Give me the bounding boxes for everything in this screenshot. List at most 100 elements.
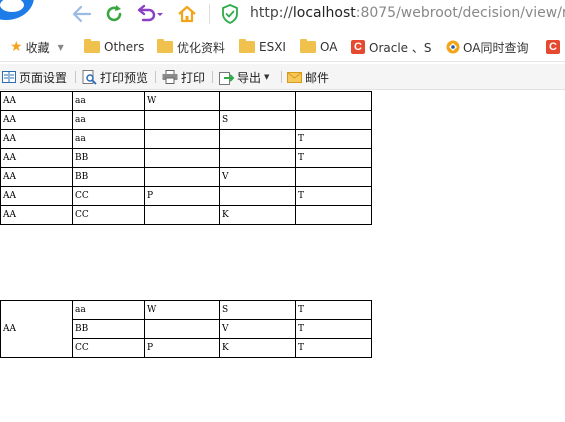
c-site-icon: C	[546, 40, 560, 54]
folder-icon	[300, 39, 316, 53]
table-cell: AA	[0, 148, 73, 168]
export-dropdown-button[interactable]: 导出 ▼	[219, 68, 269, 86]
merged-cell: AA	[0, 300, 73, 358]
home-button[interactable]	[176, 3, 198, 25]
table-cell	[219, 91, 296, 111]
table-cell: T	[295, 129, 372, 149]
table-cell: V	[219, 319, 296, 339]
url-prefix: http://	[250, 5, 293, 21]
mail-icon	[287, 71, 302, 83]
reload-icon	[106, 5, 122, 22]
bookmark-oracle[interactable]: C Oracle 、S	[351, 38, 431, 56]
table-cell: aa	[72, 91, 145, 111]
bookmark-favorites[interactable]: ★ 收藏 ▼	[10, 38, 64, 56]
table-cell: AA	[0, 205, 73, 225]
url-host: localhost	[292, 5, 356, 21]
toolbar-separator	[155, 71, 156, 83]
page-setup-label: 页面设置	[19, 70, 68, 85]
table-cell	[295, 91, 372, 111]
table-cell: S	[219, 110, 296, 130]
bookmark-folder-others[interactable]: Others	[84, 38, 144, 56]
bookmark-oa-query[interactable]: OA同时查询	[446, 38, 528, 56]
print-preview-button[interactable]: 打印预览	[82, 68, 148, 86]
back-arrow-icon	[72, 5, 92, 23]
print-preview-icon	[82, 69, 97, 85]
back-button[interactable]	[71, 3, 93, 25]
bookmark-label: 收藏	[25, 40, 50, 55]
bookmarks-bar: ★ 收藏 ▼ Others 优化资料 ESXI OA C Oracle 、S O…	[0, 31, 565, 62]
table-cell	[144, 148, 220, 168]
home-icon	[178, 5, 196, 23]
printer-icon	[162, 70, 178, 84]
table-cell: V	[219, 167, 296, 187]
page-setup-icon	[2, 71, 16, 83]
table-cell	[144, 319, 220, 339]
bookmark-folder-optimization[interactable]: 优化资料	[157, 38, 225, 56]
bookmark-label: Oracle 、S	[369, 40, 432, 55]
oa-site-icon	[446, 40, 460, 54]
export-icon	[219, 71, 235, 85]
table-cell	[295, 205, 372, 225]
table-cell	[144, 167, 220, 187]
bookmark-folder-oa[interactable]: OA	[300, 38, 337, 56]
table-cell: T	[295, 300, 372, 320]
bookmark-folder-esxi[interactable]: ESXI	[239, 38, 286, 56]
table-cell: P	[144, 338, 220, 358]
table-row: AA aa S	[0, 110, 372, 130]
report-toolbar: 页面设置 打印预览 打印 导出 ▼ 邮件	[0, 64, 565, 90]
bookmark-label: 优化资料	[177, 40, 226, 55]
table-cell: AA	[0, 91, 73, 111]
folder-icon	[239, 39, 255, 53]
table-cell: T	[295, 186, 372, 206]
table-cell: S	[219, 300, 296, 320]
table-cell: BB	[72, 167, 145, 187]
table-cell: W	[144, 300, 220, 320]
url-field[interactable]: http://localhost:8075/webroot/decision/v…	[250, 5, 565, 21]
page-setup-button[interactable]: 页面设置	[2, 68, 67, 86]
table-cell	[219, 148, 296, 168]
print-button[interactable]: 打印	[162, 68, 205, 86]
table-cell: AA	[0, 129, 73, 149]
table-cell: AA	[0, 110, 73, 130]
table-cell: CC	[72, 205, 145, 225]
undo-close-button[interactable]	[135, 3, 165, 25]
table-cell: AA	[0, 167, 73, 187]
mail-label: 邮件	[305, 70, 330, 85]
toolbar-divider	[209, 4, 210, 24]
reload-button[interactable]	[103, 3, 125, 25]
table-row: AA BB T	[0, 148, 372, 168]
table-cell: T	[295, 338, 372, 358]
table-cell: P	[144, 186, 220, 206]
url-path: :8075/webroot/decision/view/re	[355, 5, 565, 21]
mail-button[interactable]: 邮件	[287, 68, 329, 86]
table-cell: aa	[72, 300, 145, 320]
table-row: AA CC P T	[0, 186, 372, 206]
table-row: AA aa T	[0, 129, 372, 149]
table-cell: W	[144, 91, 220, 111]
bookmark-label: Others	[104, 40, 145, 54]
table-cell	[295, 167, 372, 187]
table-cell: AA	[0, 186, 73, 206]
table-cell: T	[295, 148, 372, 168]
chevron-down-icon: ▼	[57, 42, 64, 52]
toolbar-separator	[212, 71, 213, 83]
chevron-down-icon: ▼	[264, 73, 270, 81]
bookmark-c-site[interactable]: C	[546, 38, 564, 56]
print-label: 打印	[181, 70, 206, 85]
browser-address-row: http://localhost:8075/webroot/decision/v…	[0, 0, 565, 30]
toolbar-separator	[75, 71, 76, 83]
table-cell: T	[295, 319, 372, 339]
report-table-2: AA aa W S T BB V T CC P K T	[0, 300, 372, 358]
star-icon: ★	[10, 39, 23, 55]
table-row: AA aa W S T	[0, 300, 372, 358]
report-table-1: AA aa W AA aa S AA aa T AA BB T AA BB V …	[0, 91, 372, 225]
table-cell: CC	[72, 186, 145, 206]
table-cell: BB	[72, 148, 145, 168]
undo-icon	[137, 4, 163, 22]
folder-icon	[157, 39, 173, 53]
table-cell	[219, 186, 296, 206]
table-row: AA BB V	[0, 167, 372, 187]
c-site-icon: C	[351, 40, 365, 54]
table-cell	[144, 110, 220, 130]
security-shield-button[interactable]	[219, 3, 241, 25]
